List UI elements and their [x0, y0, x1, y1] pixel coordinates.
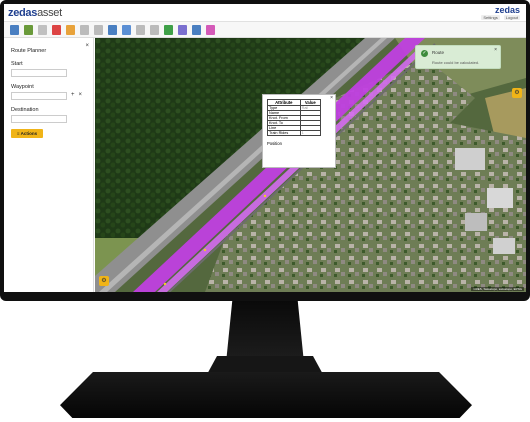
toolbar: [4, 22, 526, 38]
image-icon[interactable]: [164, 24, 173, 35]
notification-message: Route could be calculated.: [432, 60, 480, 65]
monitor-neck: [226, 301, 304, 363]
document-icon[interactable]: [150, 24, 159, 35]
gear-icon: ⚙: [101, 278, 107, 284]
map-tools-button[interactable]: ⚙: [99, 276, 109, 286]
monitor-stand: [60, 372, 472, 418]
calendar-icon[interactable]: [122, 24, 131, 35]
value-cell: 1: [299, 130, 322, 136]
company-logo: zedas: [494, 5, 520, 15]
check-icon: ✓: [421, 50, 428, 57]
logo-main: zedas: [8, 7, 38, 19]
settings-icon[interactable]: [192, 24, 201, 35]
document-icon[interactable]: [80, 24, 89, 35]
start-label: Start: [11, 61, 23, 67]
settings-link[interactable]: Settings: [481, 15, 500, 20]
layers-icon[interactable]: [24, 24, 33, 35]
monitor: zedasasset zedas Settings Logout × Route…: [0, 0, 530, 422]
map-settings-button[interactable]: ⚙: [512, 88, 522, 98]
add-waypoint-button[interactable]: +: [71, 92, 75, 98]
measure-icon[interactable]: [66, 24, 75, 35]
attribute-table: Attribute Value Type Rail Name Knot. From Kn…: [267, 99, 322, 136]
panel-close-icon[interactable]: ×: [85, 43, 89, 49]
notification-close-icon[interactable]: ×: [494, 47, 497, 53]
document-icon[interactable]: [94, 24, 103, 35]
map-icon[interactable]: [10, 24, 19, 35]
notification-title: Route: [432, 50, 445, 55]
route-planner-panel: × Route Planner Start Waypoint + × Desti…: [4, 38, 94, 292]
remove-waypoint-button[interactable]: ×: [79, 92, 83, 98]
start-input[interactable]: [11, 69, 67, 77]
panel-title: Route Planner: [11, 48, 47, 54]
route-icon[interactable]: [52, 24, 61, 35]
waypoint-input[interactable]: [11, 92, 67, 100]
app-header: zedasasset zedas Settings Logout: [4, 4, 526, 22]
feature-info-popup: × Attribute Value Type Rail Name Knot. From…: [262, 94, 336, 168]
screen: zedasasset zedas Settings Logout × Route…: [4, 4, 526, 292]
popup-close-icon[interactable]: ×: [330, 95, 333, 101]
document-icon[interactable]: [136, 24, 145, 35]
share-icon[interactable]: [206, 24, 215, 35]
attribute-cell: Train Rides: [267, 130, 301, 136]
header-links: Settings Logout: [481, 15, 520, 20]
grid-icon[interactable]: [178, 24, 187, 35]
actions-label: Actions: [20, 131, 38, 136]
logout-link[interactable]: Logout: [503, 15, 520, 20]
logo-sub: asset: [37, 7, 62, 19]
destination-input[interactable]: [11, 115, 67, 123]
app-logo[interactable]: zedasasset: [8, 7, 62, 19]
monitor-bezel: zedasasset zedas Settings Logout × Route…: [0, 0, 530, 301]
table-row: Train Rides 1: [267, 130, 322, 136]
waypoint-row: + ×: [11, 90, 93, 100]
gear-icon: ⚙: [514, 90, 520, 96]
destination-label: Destination: [11, 107, 39, 113]
map-view[interactable]: × Attribute Value Type Rail Name Knot. From…: [95, 38, 526, 292]
print-icon[interactable]: [108, 24, 117, 35]
route-notification: ✓ Route Route could be calculated. ×: [415, 45, 501, 69]
search-icon[interactable]: [38, 24, 47, 35]
map-attribution: CRES, Swisstopo, swisstopo, EPSG: [471, 287, 524, 291]
position-label: Position: [267, 141, 282, 146]
actions-button[interactable]: ≡ Actions: [11, 129, 43, 138]
